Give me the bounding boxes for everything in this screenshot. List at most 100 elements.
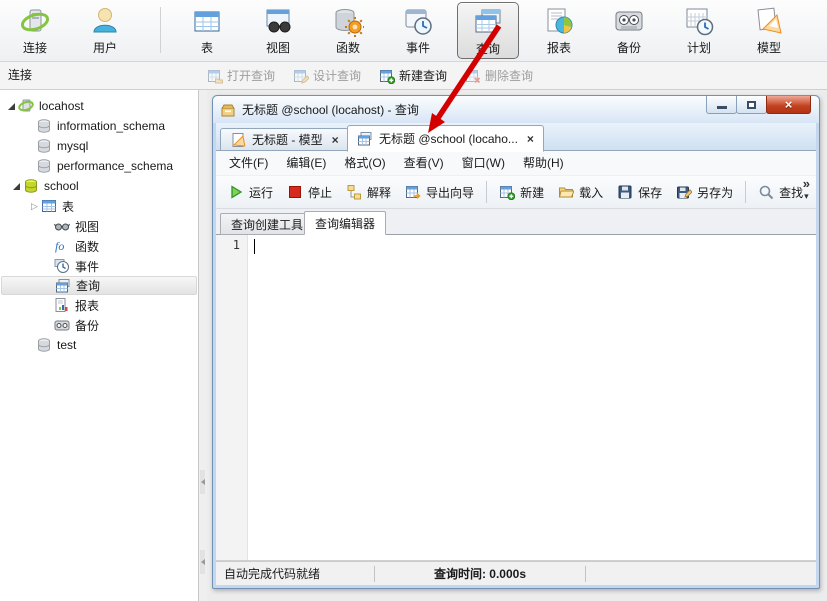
tree-item-label: 查询	[76, 277, 100, 294]
menu-help[interactable]: 帮助(H)	[514, 151, 573, 175]
toolbar-label: 连接	[23, 39, 47, 56]
tree-item-tables[interactable]: ▷ 表	[0, 196, 198, 216]
tree-item-label: 视图	[75, 218, 99, 235]
save-as-button[interactable]: 另存为	[669, 179, 740, 205]
run-button[interactable]: 运行	[221, 179, 280, 205]
toolbar-label: 模型	[757, 39, 781, 56]
toolbar-button-view[interactable]: 视图	[247, 2, 309, 59]
tree-item-school[interactable]: school	[0, 176, 198, 196]
menu-edit[interactable]: 编辑(E)	[277, 151, 335, 175]
toolbar-button-backup[interactable]: 备份	[598, 2, 660, 59]
design-query-button[interactable]: 设计查询	[284, 64, 370, 88]
tree-item-backups[interactable]: 备份	[0, 315, 198, 335]
explain-button[interactable]: 解释	[339, 179, 398, 205]
toolbar-button-schedule[interactable]: 计划	[668, 2, 730, 59]
find-button[interactable]: 查找	[751, 179, 810, 205]
toolbar-separator	[160, 7, 161, 53]
tree-item-label: locahost	[39, 99, 84, 113]
chevron-more-icon: »	[803, 177, 810, 190]
load-icon	[558, 184, 574, 200]
query-actions-group: 打开查询 设计查询 新建查询 删除查询	[198, 62, 542, 89]
tab-query-editor[interactable]: 查询编辑器	[304, 211, 386, 235]
query-child-window: 无标题 @school (locahost) - 查询 × 无标题 - 模型 ×…	[212, 95, 820, 589]
sql-editor[interactable]: 1	[216, 235, 816, 561]
stop-button[interactable]: 停止	[280, 179, 339, 205]
tree-item-reports[interactable]: 报表	[0, 295, 198, 315]
database-icon	[36, 118, 52, 134]
expander-icon[interactable]	[10, 183, 23, 190]
expander-icon[interactable]: ▷	[28, 202, 41, 211]
database-icon	[36, 158, 52, 174]
delete-query-button[interactable]: 删除查询	[456, 64, 542, 88]
connection-tree: locahost information_schema mysql perfor…	[0, 90, 199, 601]
toolbar-button-table[interactable]: 表	[176, 2, 238, 59]
load-button[interactable]: 载入	[551, 179, 610, 205]
toolbar-button-report[interactable]: 报表	[528, 2, 590, 59]
child-window-titlebar[interactable]: 无标题 @school (locahost) - 查询 ×	[213, 96, 819, 123]
new-query-icon	[379, 68, 395, 84]
tree-item-locahost[interactable]: locahost	[0, 96, 198, 116]
menu-window[interactable]: 窗口(W)	[453, 151, 514, 175]
save-icon	[617, 184, 633, 200]
new-query-button[interactable]: 新建查询	[370, 64, 456, 88]
toolbar-button-user[interactable]: 用户	[74, 2, 136, 59]
export-wizard-button[interactable]: 导出向导	[398, 179, 481, 205]
menu-file[interactable]: 文件(F)	[220, 151, 277, 175]
open-query-button[interactable]: 打开查询	[198, 64, 284, 88]
navicat-app: 连接 用户 表 视图 函数 事件 查询 报表	[0, 0, 827, 601]
tree-item-queries[interactable]: 查询	[1, 276, 197, 295]
menu-format[interactable]: 格式(O)	[335, 151, 394, 175]
tree-item-label: information_schema	[57, 119, 165, 133]
toolbar-label: 用户	[93, 39, 117, 56]
close-button[interactable]: ×	[766, 96, 811, 114]
status-autocomplete: 自动完成代码就绪	[216, 565, 374, 582]
tree-item-events[interactable]: 事件	[0, 256, 198, 276]
query-icon	[55, 278, 71, 294]
tab-query-builder[interactable]: 查询创建工具	[220, 213, 314, 235]
tree-item-performance-schema[interactable]: performance_schema	[0, 156, 198, 176]
minimize-button[interactable]	[706, 96, 737, 114]
tree-item-test[interactable]: test	[0, 335, 198, 355]
toolbar-separator	[486, 181, 487, 203]
table-icon	[191, 5, 223, 37]
toolbar-label: 事件	[406, 39, 430, 56]
tree-item-views[interactable]: 视图	[0, 216, 198, 236]
toolbar-button-model[interactable]: 模型	[738, 2, 800, 59]
tree-item-mysql[interactable]: mysql	[0, 136, 198, 156]
status-query-time: 查询时间: 0.000s	[375, 565, 585, 582]
menu-view[interactable]: 查看(V)	[395, 151, 453, 175]
delete-query-icon	[465, 68, 481, 84]
toolbar-overflow-button[interactable]: » ▾	[803, 177, 810, 203]
splitter-collapse-handle[interactable]	[200, 550, 205, 574]
toolbar-button-function[interactable]: 函数	[317, 2, 379, 59]
server-icon	[18, 98, 34, 114]
save-as-icon	[676, 184, 692, 200]
splitter-collapse-handle[interactable]	[200, 470, 205, 494]
new-button[interactable]: 新建	[492, 179, 551, 205]
save-button[interactable]: 保存	[610, 179, 669, 205]
design-query-label: 设计查询	[313, 67, 361, 84]
query-file-icon	[220, 102, 236, 118]
tree-splitter[interactable]	[199, 90, 207, 601]
tree-item-functions[interactable]: fo 函数	[0, 236, 198, 256]
toolbar-label: 表	[201, 39, 213, 56]
tab-label: 无标题 @school (locaho...	[379, 130, 518, 147]
tab-close-icon[interactable]: ×	[329, 133, 339, 147]
menu-bar: 文件(F) 编辑(E) 格式(O) 查看(V) 窗口(W) 帮助(H)	[216, 151, 816, 176]
maximize-button[interactable]	[736, 96, 767, 114]
tree-item-information-schema[interactable]: information_schema	[0, 116, 198, 136]
tab-model-document[interactable]: 无标题 - 模型 ×	[220, 128, 349, 151]
toolbar-button-event[interactable]: 事件	[387, 2, 449, 59]
tab-query-document[interactable]: 无标题 @school (locaho... ×	[347, 125, 544, 152]
close-icon: ×	[785, 97, 793, 112]
view-icon	[262, 5, 294, 37]
toolbar-label: 报表	[547, 39, 571, 56]
expander-icon[interactable]	[5, 103, 18, 110]
report-icon	[54, 297, 70, 313]
toolbar-button-query[interactable]: 查询	[457, 2, 519, 59]
tab-close-icon[interactable]: ×	[524, 132, 534, 146]
line-number: 1	[233, 238, 240, 252]
status-separator	[585, 566, 586, 582]
toolbar-button-connection[interactable]: 连接	[4, 2, 66, 59]
tree-item-label: 报表	[75, 297, 99, 314]
